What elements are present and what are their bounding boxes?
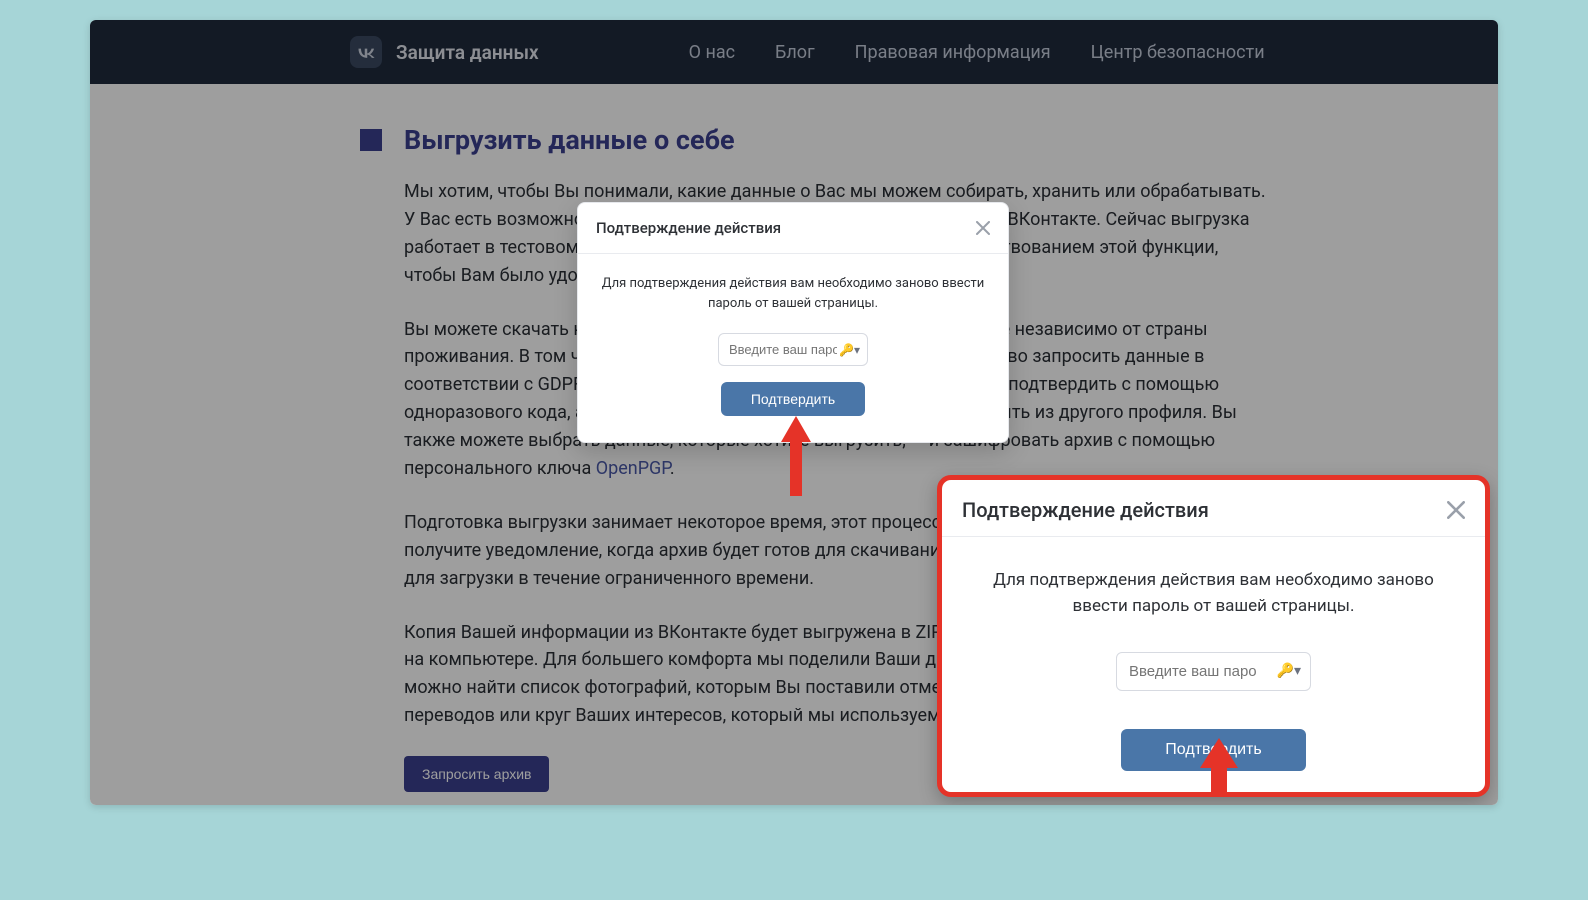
modal-message-large: Для подтверждения действия вам необходим… xyxy=(968,567,1459,620)
modal-header-large: Подтверждение действия xyxy=(942,480,1485,537)
modal-message: Для подтверждения действия вам необходим… xyxy=(600,274,986,313)
modal-title-large: Подтверждение действия xyxy=(962,498,1209,522)
annotation-arrow-small-icon xyxy=(781,416,811,496)
screenshot-frame: Защита данных О нас Блог Правовая информ… xyxy=(90,20,1498,805)
close-icon-large[interactable] xyxy=(1447,501,1465,519)
password-input[interactable] xyxy=(718,333,868,366)
modal-header: Подтверждение действия xyxy=(578,203,1008,254)
confirm-modal-large-callout: Подтверждение действия Для подтверждения… xyxy=(937,475,1490,797)
modal-title: Подтверждение действия xyxy=(596,219,781,237)
modal-body: Для подтверждения действия вам необходим… xyxy=(578,254,1008,442)
password-field-wrap-large: 🔑▾ xyxy=(1116,652,1311,691)
annotation-arrow-large-icon xyxy=(1200,738,1238,794)
close-icon[interactable] xyxy=(976,221,990,235)
password-input-large[interactable] xyxy=(1116,652,1311,691)
confirm-button[interactable]: Подтвердить xyxy=(721,382,865,416)
confirm-modal-small: Подтверждение действия Для подтверждения… xyxy=(577,202,1009,443)
password-field-wrap: 🔑▾ xyxy=(718,333,868,366)
